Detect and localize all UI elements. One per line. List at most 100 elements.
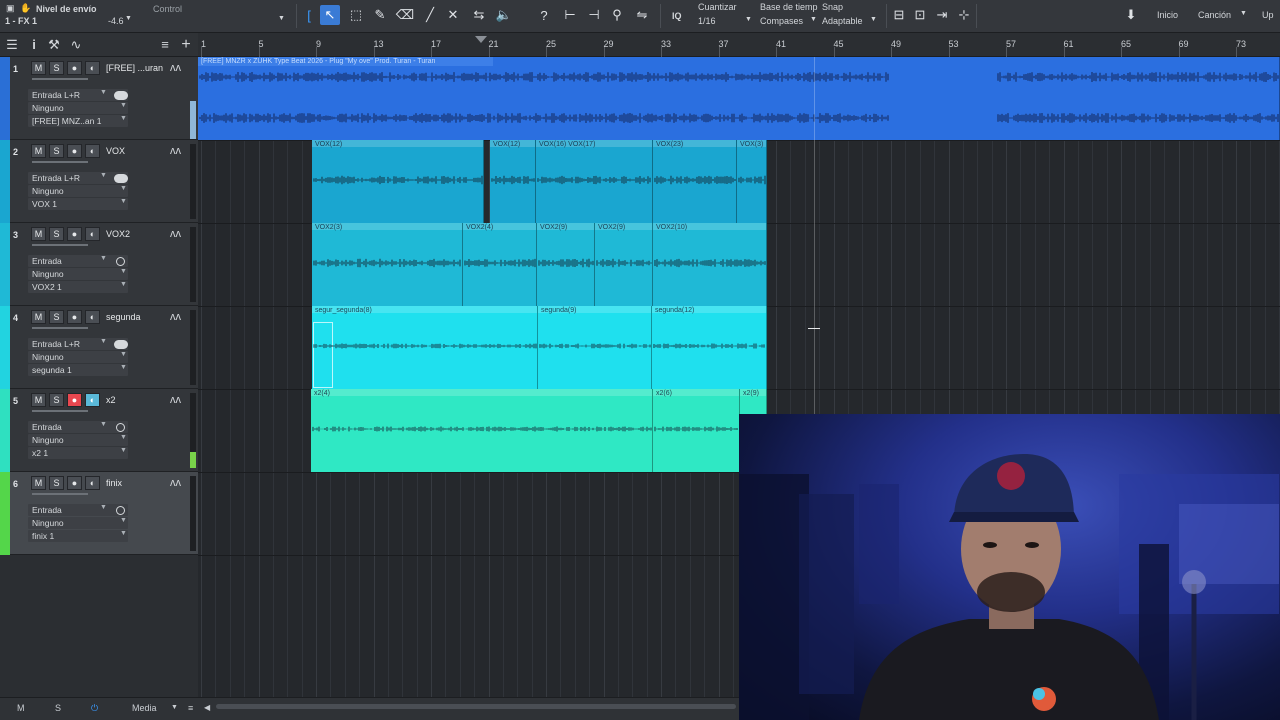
monitor-button[interactable]: ◐ <box>85 144 100 158</box>
zoom-fit-icon[interactable]: ⊡ <box>910 5 930 25</box>
snap-select[interactable]: Adaptable <box>822 16 863 26</box>
send-value[interactable]: -4.6 <box>108 16 124 26</box>
snap-caret-icon[interactable]: ▼ <box>870 16 877 23</box>
split-tool-icon[interactable]: ✎ <box>370 5 390 25</box>
quantize-caret-icon[interactable]: ▼ <box>745 16 752 23</box>
segunda-clip[interactable]: segunda(9) <box>538 306 652 389</box>
input-select[interactable]: Entrada ▼ <box>28 504 128 516</box>
output-select[interactable]: Ninguno ▼ <box>28 102 128 114</box>
output-select[interactable]: Ninguno ▼ <box>28 434 128 446</box>
segunda-clip[interactable]: segunda(12) <box>652 306 767 389</box>
output-select[interactable]: Ninguno ▼ <box>28 351 128 363</box>
track-row[interactable]: 6 M S ● ◐ finix ʌʌ Entrada ▼ Ninguno ▼ finix 1 ▼ <box>0 472 198 555</box>
track-name[interactable]: VOX <box>106 146 164 156</box>
monitor-button[interactable]: ◐ <box>85 393 100 407</box>
volume-fader[interactable] <box>32 410 88 412</box>
mute-button[interactable]: M <box>31 393 46 407</box>
track-row[interactable]: 4 M S ● ◐ segunda ʌʌ Entrada L+R ▼ Ninguno ▼ segund… <box>0 306 198 389</box>
hand-icon[interactable]: ✋ <box>20 3 31 14</box>
beat-clip[interactable]: [FREE] MNZR x ZUHK Type Beat 2026 - Plug… <box>198 57 1280 140</box>
record-arm-button[interactable]: ● <box>67 144 82 158</box>
bend-tool-icon[interactable]: ⇆ <box>469 5 489 25</box>
vox-clip[interactable]: VOX(12) <box>312 140 484 223</box>
help-icon[interactable]: ? <box>534 5 554 25</box>
volume-fader[interactable] <box>32 78 88 80</box>
zoom-icon[interactable]: ⚲ <box>607 5 627 25</box>
solo-all-button[interactable]: S <box>55 703 61 713</box>
bracket-icon[interactable]: [ <box>302 5 316 25</box>
solo-button[interactable]: S <box>49 227 64 241</box>
record-arm-button[interactable]: ● <box>67 310 82 324</box>
output-select[interactable]: Ninguno ▼ <box>28 185 128 197</box>
listen-tool-icon[interactable]: 🔈 <box>494 5 514 25</box>
channel-select[interactable]: [FREE] MNZ..an 1 ▼ <box>28 115 128 127</box>
monitor-button[interactable]: ◐ <box>85 476 100 490</box>
track-name[interactable]: VOX2 <box>106 229 164 239</box>
record-arm-button[interactable]: ● <box>67 476 82 490</box>
input-select[interactable]: Entrada ▼ <box>28 421 128 433</box>
x2-clip[interactable]: x2(6) <box>653 389 740 472</box>
vox-clip[interactable]: VOX(3) <box>737 140 767 223</box>
channel-select[interactable]: segunda 1 ▼ <box>28 364 128 376</box>
waveform-icon[interactable]: ʌʌ <box>170 311 181 323</box>
vox-clip[interactable]: VOX(12) <box>490 140 536 223</box>
scroll-left-icon[interactable]: ◀ <box>204 703 210 712</box>
upload-button[interactable]: Up <box>1262 10 1274 20</box>
vox2-clip[interactable]: VOX2(9) <box>595 223 653 306</box>
automation-icon[interactable]: ∿ <box>68 37 84 53</box>
mono-ring-icon[interactable] <box>116 506 125 515</box>
stereo-toggle-icon[interactable] <box>114 91 128 100</box>
song-caret-icon[interactable]: ▼ <box>1240 10 1247 17</box>
stereo-toggle-icon[interactable] <box>114 340 128 349</box>
control-dropdown-icon[interactable]: ▼ <box>278 15 285 22</box>
mute-button[interactable]: M <box>31 476 46 490</box>
mono-ring-icon[interactable] <box>116 423 125 432</box>
solo-button[interactable]: S <box>49 393 64 407</box>
track-row[interactable]: 5 M S ● ◐ x2 ʌʌ Entrada ▼ Ninguno ▼ x2 1 ▼ <box>0 389 198 472</box>
x2-clip[interactable]: x2(4) <box>311 389 653 472</box>
volume-fader[interactable] <box>32 161 88 163</box>
track-name[interactable]: [FREE] ...uran <box>106 63 164 73</box>
output-select[interactable]: Ninguno ▼ <box>28 517 128 529</box>
track-row[interactable]: 2 M S ● ◐ VOX ʌʌ Entrada L+R ▼ Ninguno ▼ VOX 1 ▼ <box>0 140 198 223</box>
monitor-button[interactable]: ◐ <box>85 227 100 241</box>
vox2-clip[interactable]: VOX2(3) <box>312 223 463 306</box>
output-select[interactable]: Ninguno ▼ <box>28 268 128 280</box>
volume-fader[interactable] <box>32 493 88 495</box>
input-select[interactable]: Entrada L+R ▼ <box>28 338 128 350</box>
waveform-icon[interactable]: ʌʌ <box>170 394 181 406</box>
vox2-clip[interactable]: VOX2(10) <box>653 223 767 306</box>
volume-fader[interactable] <box>32 244 88 246</box>
track-name[interactable]: segunda <box>106 312 164 322</box>
mono-ring-icon[interactable] <box>116 257 125 266</box>
vox-clip[interactable]: VOX(16) VOX(17) <box>536 140 653 223</box>
list-icon[interactable]: ≡ <box>157 37 173 53</box>
input-select[interactable]: Entrada L+R ▼ <box>28 172 128 184</box>
quantize-select[interactable]: 1/16 <box>698 16 716 26</box>
download-icon[interactable]: ⬇ <box>1121 5 1141 25</box>
track-row[interactable]: 1 M S ● ◐ [FREE] ...uran ʌʌ Entrada L+R ▼ Ninguno… <box>0 57 198 140</box>
monitor-button[interactable]: ◐ <box>85 310 100 324</box>
input-select[interactable]: Entrada ▼ <box>28 255 128 267</box>
info-icon[interactable]: i <box>26 37 42 53</box>
timebase-select[interactable]: Compases <box>760 16 803 26</box>
volume-fader[interactable] <box>32 327 88 329</box>
input-select[interactable]: Entrada L+R ▼ <box>28 89 128 101</box>
waveform-icon[interactable]: ʌʌ <box>170 228 181 240</box>
channel-select[interactable]: x2 1 ▼ <box>28 447 128 459</box>
loop-icon[interactable]: ⇋ <box>632 5 652 25</box>
waveform-icon[interactable]: ʌʌ <box>170 145 181 157</box>
channel-select[interactable]: finix 1 ▼ <box>28 530 128 542</box>
solo-button[interactable]: S <box>49 144 64 158</box>
solo-button[interactable]: S <box>49 476 64 490</box>
vox2-clip[interactable]: VOX2(4) <box>463 223 537 306</box>
menu-icon[interactable]: ☰ <box>4 37 20 53</box>
record-arm-button[interactable]: ● <box>67 393 82 407</box>
wrench-icon[interactable]: ⚒ <box>46 37 62 53</box>
media-caret-icon[interactable]: ▼ <box>171 704 178 711</box>
snap-end-icon[interactable]: ⊣ <box>584 5 604 25</box>
fx-selector[interactable]: 1 - FX 1 <box>5 16 37 26</box>
vox2-clip[interactable]: VOX2(9) <box>537 223 595 306</box>
mute-tool-icon[interactable]: ✕ <box>443 5 463 25</box>
mute-button[interactable]: M <box>31 144 46 158</box>
